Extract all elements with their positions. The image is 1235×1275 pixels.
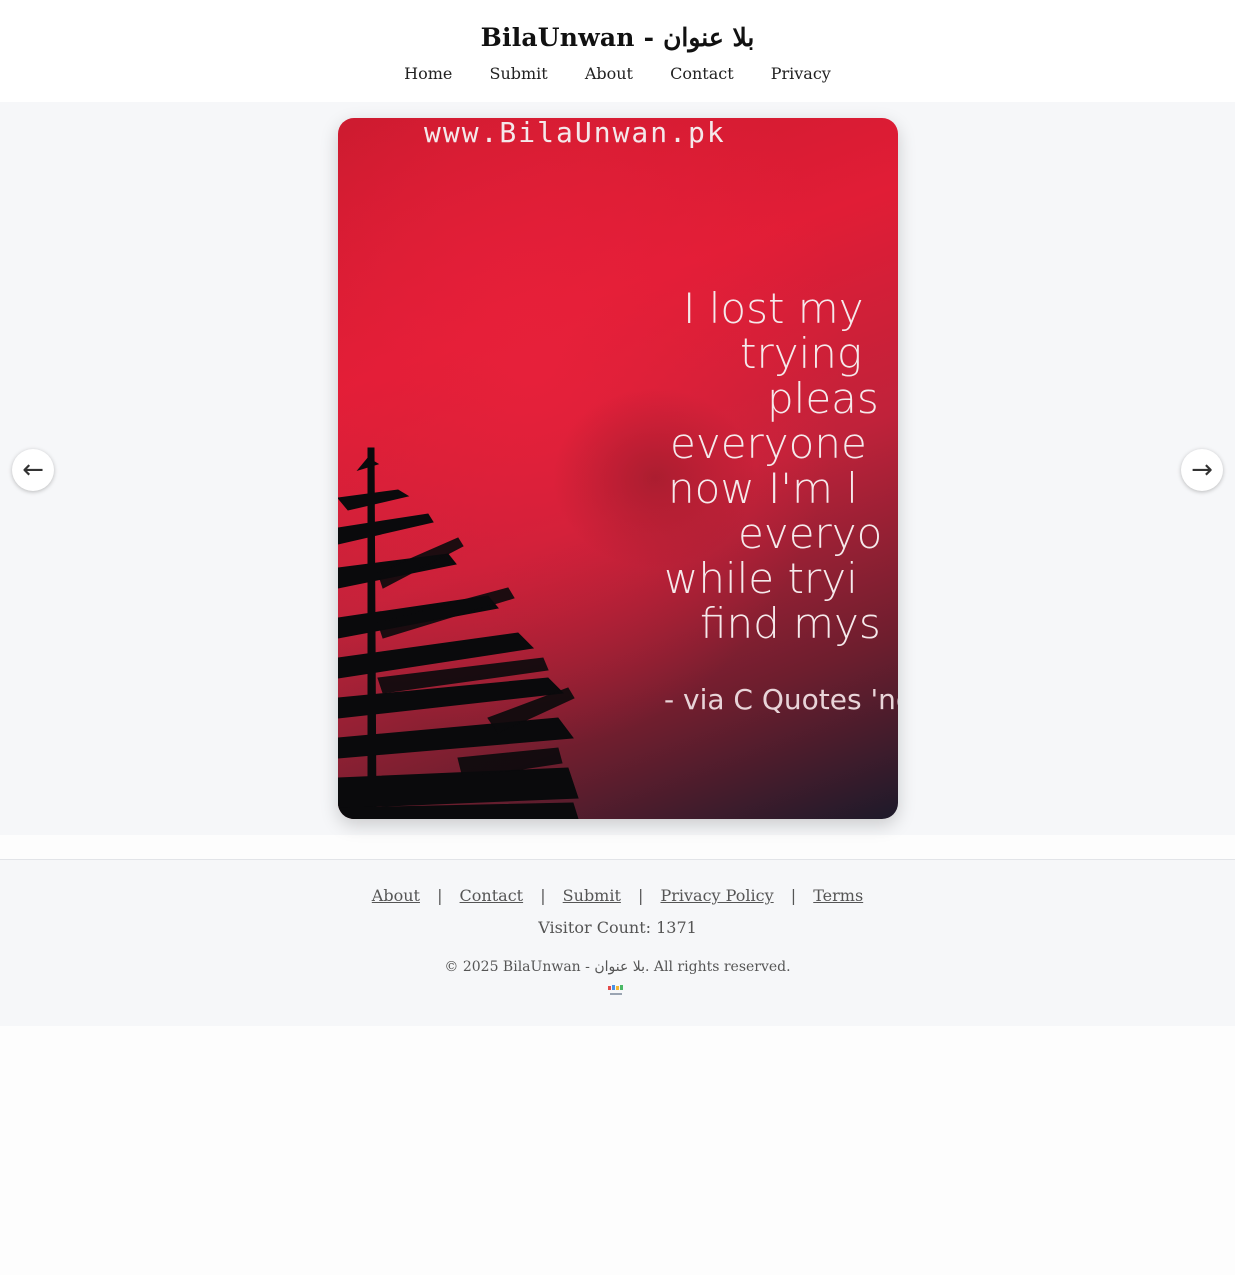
quote-attribution: - via C Quotes 'no [664,683,898,716]
nav-about[interactable]: About [585,62,633,86]
quote-line: everyone [670,419,867,468]
footer-link-about[interactable]: About [372,886,420,905]
footer-links: About | Contact | Submit | Privacy Polic… [0,885,1235,907]
site-title[interactable]: BilaUnwan - بلا عنوان [0,21,1235,55]
footer-link-privacy-policy[interactable]: Privacy Policy [660,886,773,905]
footer-link-submit[interactable]: Submit [563,886,621,905]
previous-slide-button[interactable]: ← [12,449,54,491]
quote-image-art: www.BilaUnwan.pk I lost my trying pleas … [338,118,898,819]
nav-privacy[interactable]: Privacy [771,62,831,86]
quote-line: now I'm l [668,464,858,513]
watermark-text: www.BilaUnwan.pk [424,118,726,149]
quote-image: www.BilaUnwan.pk I lost my trying pleas … [338,118,898,819]
footer-separator: | [638,886,644,905]
nav-submit[interactable]: Submit [489,62,547,86]
visitor-count: Visitor Count: 1371 [538,918,697,937]
footer-separator: | [540,886,546,905]
nav-home[interactable]: Home [404,62,452,86]
footer-link-contact[interactable]: Contact [460,886,524,905]
footer-separator: | [437,886,443,905]
arrow-left-icon: ← [22,455,44,485]
site-footer: About | Contact | Submit | Privacy Polic… [0,859,1235,1026]
quote-line: trying [740,329,862,378]
next-slide-button[interactable]: → [1181,449,1223,491]
footer-link-terms[interactable]: Terms [813,886,863,905]
quote-line: everyo [738,509,882,558]
site-header: BilaUnwan - بلا عنوان Home Submit About … [0,0,1235,102]
main-nav: Home Submit About Contact Privacy [0,62,1235,86]
footer-separator: | [790,886,797,905]
quote-line: while tryi [664,554,858,603]
quote-line: pleas [767,374,879,423]
copyright-text: © 2025 BilaUnwan - بلا عنوان. All rights… [444,959,791,975]
site-logo-icon [608,985,623,995]
nav-contact[interactable]: Contact [670,62,734,86]
quote-line: I lost my [683,284,864,333]
arrow-right-icon: → [1191,455,1213,485]
quote-line: find mys [700,599,881,648]
image-carousel: www.BilaUnwan.pk I lost my trying pleas … [0,102,1235,835]
